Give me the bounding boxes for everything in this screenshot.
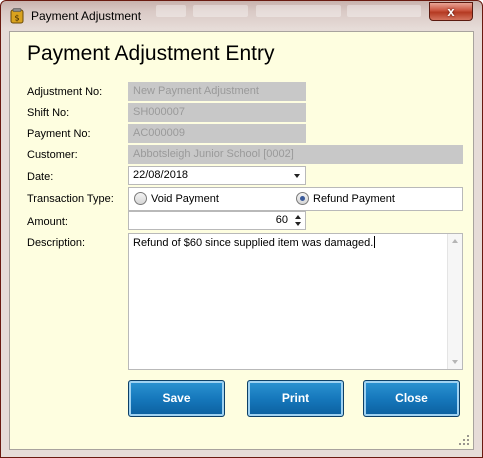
refund-payment-radio[interactable] <box>296 192 309 205</box>
window-title: Payment Adjustment <box>31 9 142 23</box>
form-panel: Payment Adjustment Entry Adjustment No: … <box>9 31 474 450</box>
scroll-down-icon[interactable] <box>452 360 458 364</box>
page-title: Payment Adjustment Entry <box>27 42 275 65</box>
date-label: Date: <box>27 171 54 183</box>
title-bar[interactable]: $ Payment Adjustment x <box>1 1 482 31</box>
window-close-button[interactable]: x <box>429 2 473 21</box>
transaction-type-label: Transaction Type: <box>27 193 114 205</box>
date-value: 22/08/2018 <box>133 169 189 181</box>
close-button[interactable]: Close <box>363 380 460 417</box>
payment-adjustment-window: $ Payment Adjustment x Payment Adjustmen… <box>0 0 483 458</box>
transaction-type-radio-group: Void Payment Refund Payment <box>128 187 463 211</box>
arrow-down-icon[interactable] <box>295 222 301 226</box>
void-payment-radio[interactable] <box>134 192 147 205</box>
shift-no-label: Shift No: <box>27 107 70 119</box>
refund-payment-label[interactable]: Refund Payment <box>313 193 395 205</box>
payment-app-icon: $ <box>10 8 24 24</box>
description-textarea[interactable]: Refund of $60 since supplied item was da… <box>128 233 463 370</box>
shift-no-field: SH000007 <box>128 103 306 122</box>
scroll-up-icon[interactable] <box>452 239 458 243</box>
background-ghost-text <box>256 5 341 17</box>
amount-value: 60 <box>275 214 288 226</box>
background-ghost-text <box>347 5 421 17</box>
amount-stepper[interactable]: 60 <box>128 211 306 230</box>
description-label: Description: <box>27 237 86 249</box>
void-payment-label[interactable]: Void Payment <box>151 193 219 205</box>
print-button[interactable]: Print <box>247 380 344 417</box>
radio-selected-dot <box>300 196 305 201</box>
svg-text:$: $ <box>14 14 19 23</box>
payment-no-label: Payment No: <box>27 128 91 140</box>
description-text: Refund of $60 since supplied item was da… <box>133 237 374 249</box>
arrow-up-icon[interactable] <box>295 215 301 219</box>
payment-no-field: AC000009 <box>128 124 306 143</box>
stepper-arrows[interactable] <box>294 213 303 228</box>
adjustment-no-label: Adjustment No: <box>27 86 103 98</box>
date-picker[interactable]: 22/08/2018 <box>128 166 306 185</box>
adjustment-no-field: New Payment Adjustment <box>128 82 306 101</box>
background-ghost-text <box>156 5 186 17</box>
amount-label: Amount: <box>27 216 68 228</box>
close-icon: x <box>447 4 455 19</box>
customer-field: Abbotsleigh Junior School [0002] <box>128 145 463 164</box>
background-ghost-text <box>193 5 248 17</box>
save-button[interactable]: Save <box>128 380 225 417</box>
chevron-down-icon[interactable] <box>294 174 300 178</box>
description-scrollbar[interactable] <box>447 234 462 369</box>
customer-label: Customer: <box>27 149 78 161</box>
resize-grip-icon[interactable] <box>458 434 470 446</box>
text-caret <box>374 236 376 248</box>
